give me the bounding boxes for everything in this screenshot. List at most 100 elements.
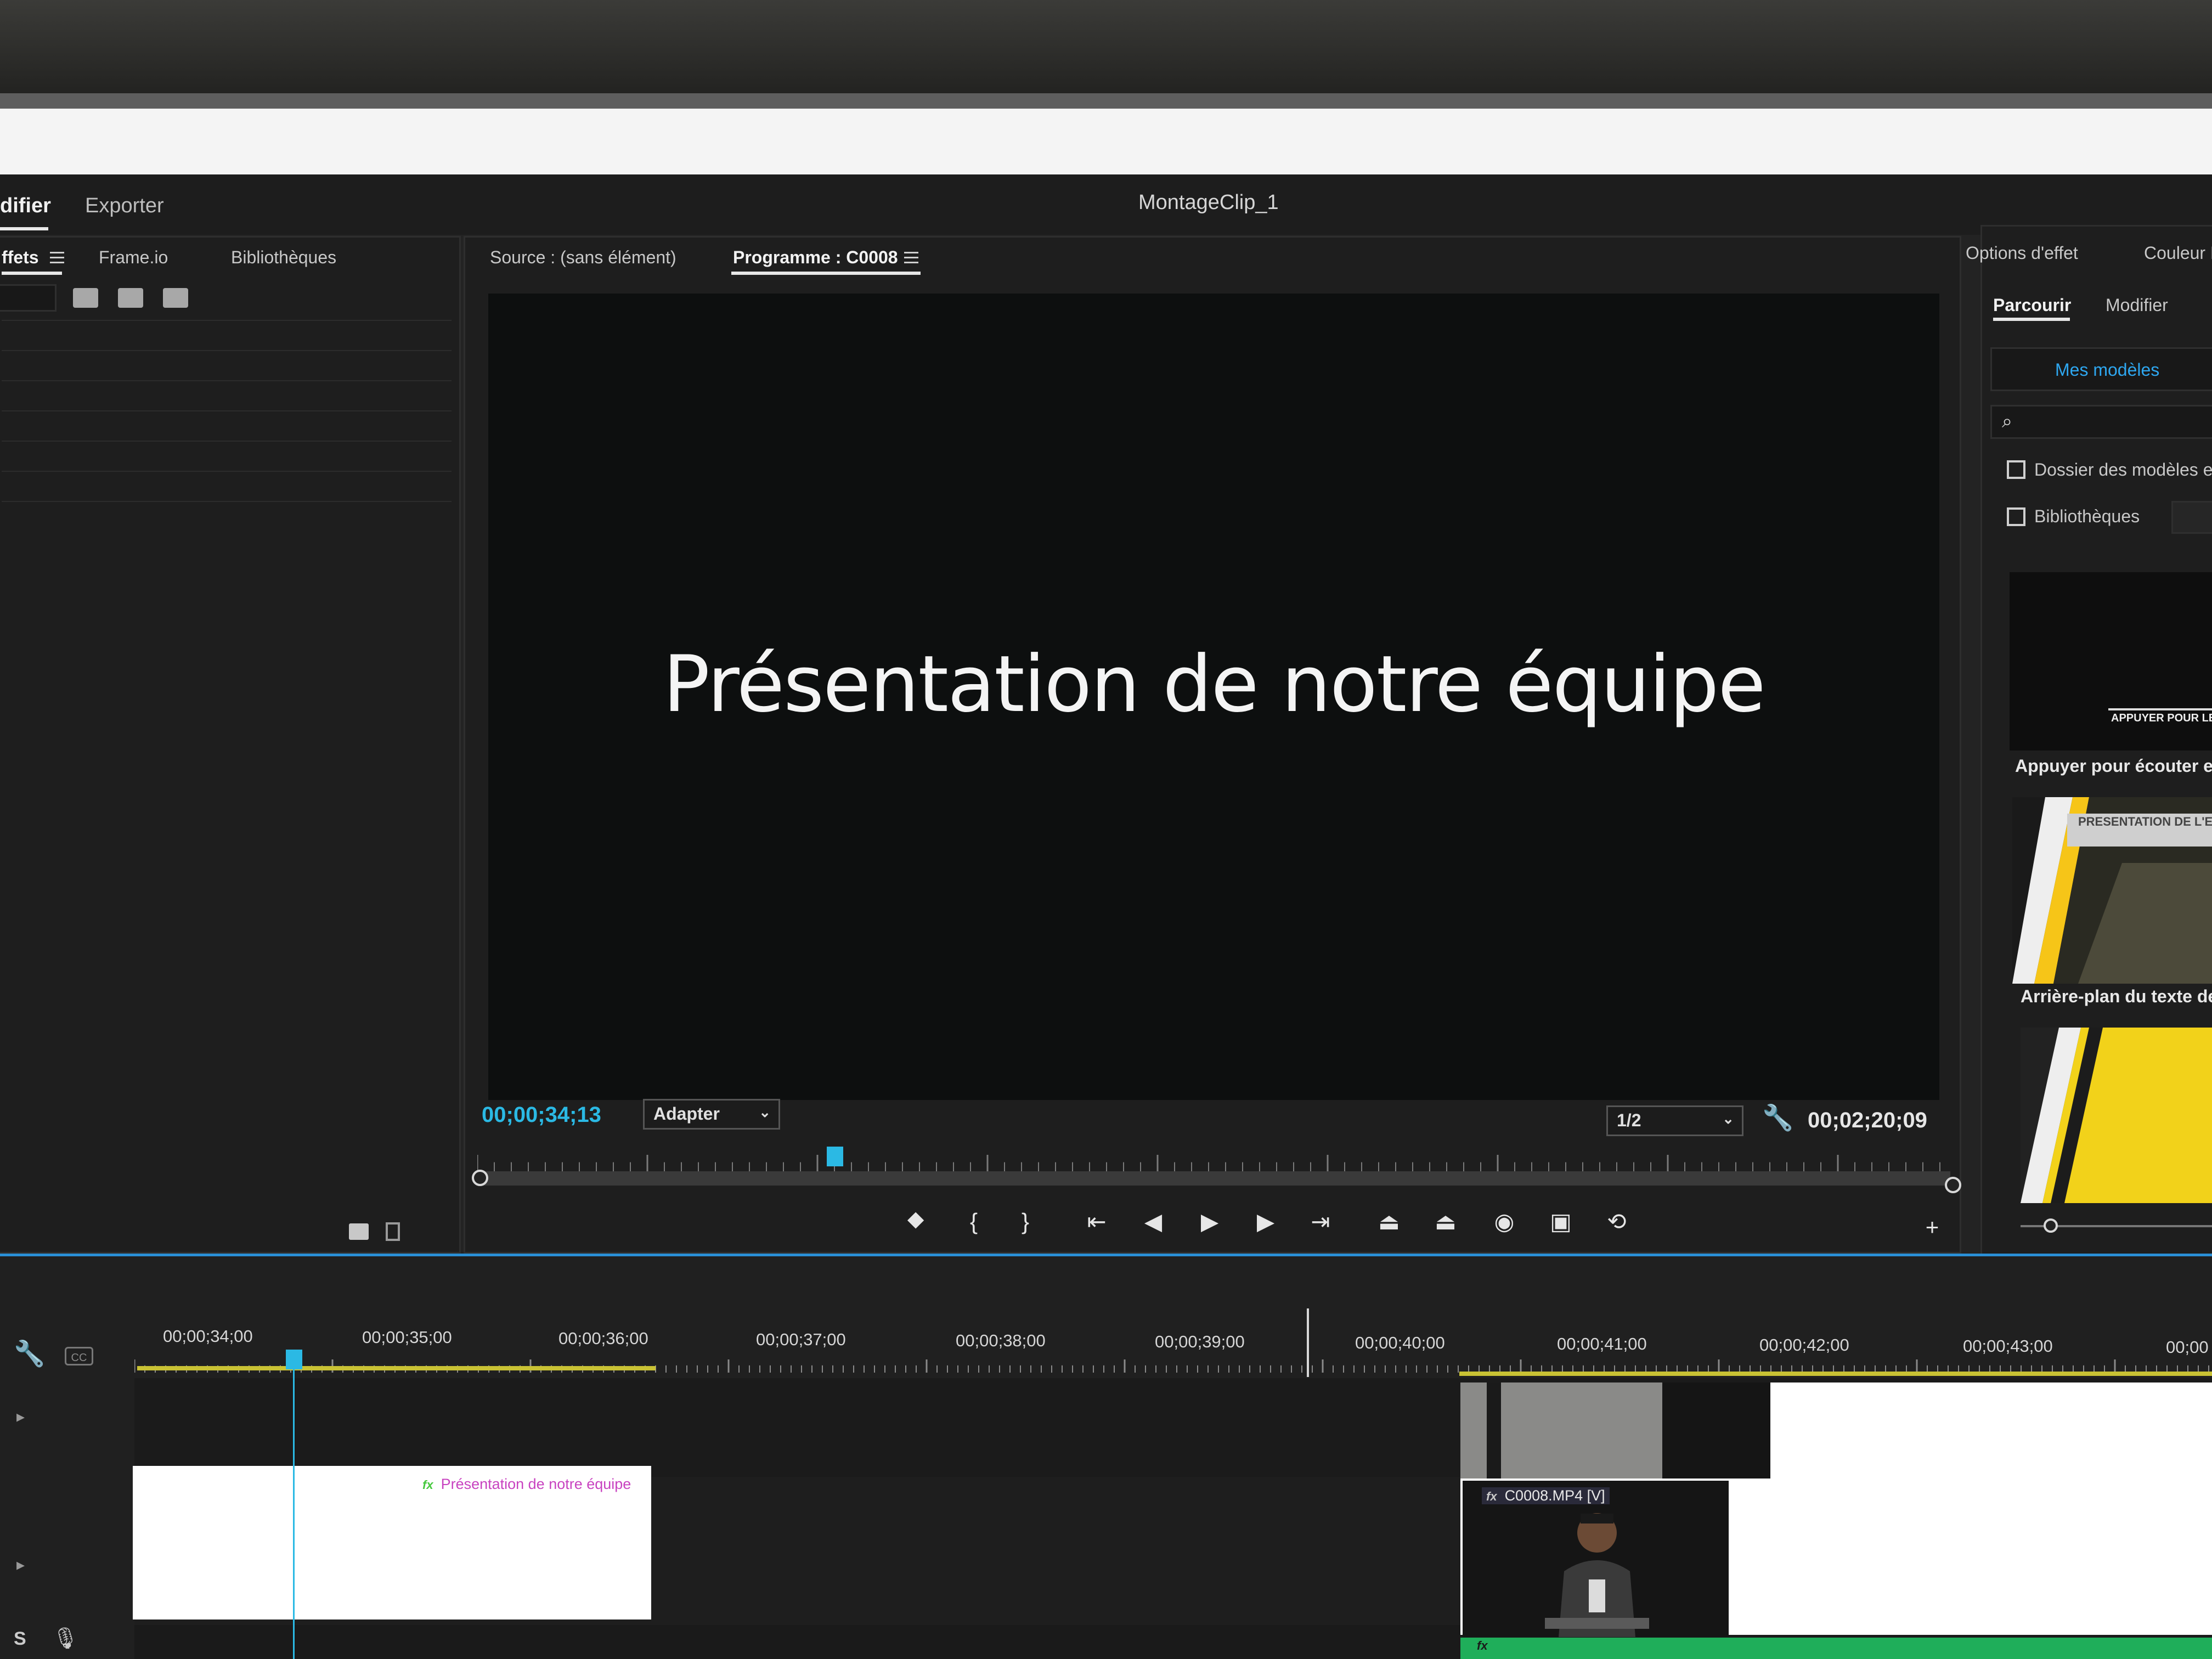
accelerated-effects-icon[interactable] <box>118 288 143 308</box>
resolution-dropdown-value: 1/2 <box>1617 1110 1641 1130</box>
track-expand-icon[interactable]: ▸ <box>16 1555 25 1575</box>
ruler-label: 00;00;43;00 <box>1963 1336 2053 1356</box>
workspace-bar: difier Exporter MontageClip_1 <box>0 174 2212 235</box>
title-clip-label: fx Présentation de notre équipe <box>422 1476 631 1493</box>
fit-dropdown-value: Adapter <box>653 1104 720 1124</box>
ruler-label: 00;00;35;00 <box>362 1328 452 1347</box>
effects-list <box>2 320 452 1417</box>
tab-effects[interactable]: ffets <box>2 247 39 268</box>
lift-icon[interactable]: ⏏ <box>1374 1207 1404 1237</box>
workspace-tab-export[interactable]: Exporter <box>85 194 164 218</box>
search-icon: ⌕ <box>2002 411 2013 432</box>
title-clip[interactable]: fx Présentation de notre équipe <box>133 1466 651 1620</box>
template-thumbnail[interactable]: APPUYER POUR LE <box>2010 572 2212 751</box>
tab-browse[interactable]: Parcourir <box>1993 295 2071 315</box>
track-expand-icon[interactable]: ▸ <box>16 1407 25 1426</box>
solo-track-label[interactable]: S <box>14 1628 26 1650</box>
my-templates-button[interactable]: Mes modèles <box>1990 347 2212 391</box>
duration-timecode: 00;02;20;09 <box>1808 1108 1927 1132</box>
work-area-bar[interactable] <box>1459 1372 2212 1376</box>
fit-dropdown[interactable]: Adapter ⌄ <box>643 1099 780 1130</box>
tab-edit[interactable]: Modifier <box>2106 295 2168 315</box>
clip-white-region[interactable] <box>1770 1383 2212 1479</box>
video-title-text: Présentation de notre équipe <box>663 639 1765 730</box>
step-back-icon[interactable]: ◀ <box>1138 1207 1168 1237</box>
insert-icon[interactable]: ▣ <box>1546 1207 1576 1237</box>
ruler-label: 00;00;38;00 <box>956 1331 1046 1350</box>
settings-wrench-icon[interactable]: 🔧 <box>1762 1103 1793 1133</box>
tab-frameio[interactable]: Frame.io <box>99 247 168 268</box>
chevron-down-icon: ⌄ <box>759 1104 771 1120</box>
tab-source[interactable]: Source : (sans élément) <box>490 247 676 268</box>
list-divider <box>2 410 452 411</box>
captions-icon[interactable]: CC <box>65 1347 93 1365</box>
video-clip-label: fx C0008.MP4 [V] <box>1482 1487 1610 1504</box>
thumbnail-text: PRESENTATION DE L'EQUIPE <box>2078 815 2212 828</box>
export-frame-camera-icon[interactable]: ◉ <box>1489 1207 1519 1237</box>
list-divider <box>2 441 452 442</box>
template-thumbnail[interactable]: PRESENTATION DE L'EQUIPE <box>2012 797 2212 984</box>
scrub-bar[interactable] <box>477 1171 1950 1186</box>
panel-menu-icon[interactable] <box>50 252 64 264</box>
yuv-effects-icon[interactable] <box>163 288 188 308</box>
templates-folder-label: Dossier des modèles e <box>2034 460 2212 479</box>
clip-thumbnail: fx C0008.MP4 [V] <box>1463 1481 1729 1637</box>
video-clip-c0008[interactable]: fx C0008.MP4 [V] <box>1460 1479 2212 1637</box>
tab-color[interactable]: Couleur L <box>2144 243 2212 263</box>
workspace-tab-edit[interactable]: difier <box>0 194 51 218</box>
monitor-bezel <box>0 0 2212 93</box>
scrub-ruler-ticks <box>477 1155 1940 1171</box>
current-timecode[interactable]: 00;00;34;13 <box>482 1103 601 1127</box>
audio-clip[interactable]: fx <box>1460 1638 2212 1659</box>
voiceover-mic-icon[interactable]: 🎙 <box>52 1627 78 1651</box>
workspace-tab-underline <box>0 227 48 230</box>
folder-icon[interactable] <box>349 1223 369 1240</box>
thumbnail-text: APPUYER POUR LE <box>2111 712 2212 724</box>
add-marker-icon[interactable]: ⯁ <box>901 1207 930 1237</box>
extract-icon[interactable]: ⏏ <box>1431 1207 1460 1237</box>
panel-menu-icon[interactable] <box>904 252 918 264</box>
ruler-label: 00;00;40;00 <box>1355 1333 1445 1352</box>
tab-libraries[interactable]: Bibliothèques <box>231 247 336 268</box>
program-video-frame[interactable]: Présentation de notre équipe <box>488 294 1939 1100</box>
effects-search-input[interactable] <box>0 284 57 312</box>
chevron-down-icon: ⌄ <box>1722 1110 1734 1127</box>
mark-in-icon[interactable]: { <box>959 1207 989 1237</box>
list-divider <box>2 471 452 472</box>
step-forward-icon[interactable]: ▶ <box>1251 1207 1280 1237</box>
libraries-checkbox[interactable] <box>2007 507 2025 526</box>
libraries-dropdown[interactable] <box>2171 501 2212 534</box>
fx-badge: fx <box>422 1478 433 1492</box>
window-titlebar <box>0 109 2212 174</box>
work-area-bar[interactable] <box>137 1366 656 1370</box>
tab-program[interactable]: Programme : C0008 <box>733 247 898 268</box>
templates-folder-checkbox[interactable] <box>2007 460 2025 479</box>
mark-out-icon[interactable]: } <box>1011 1207 1040 1237</box>
my-templates-label: Mes modèles <box>2055 360 2160 380</box>
wrench-icon[interactable]: 🔧 <box>14 1339 45 1369</box>
new-bin-icon[interactable] <box>73 288 98 308</box>
trash-icon[interactable] <box>386 1222 400 1241</box>
program-playhead[interactable] <box>827 1147 844 1166</box>
template-thumbnail[interactable] <box>2021 1028 2212 1203</box>
fx-badge: fx <box>1486 1489 1497 1503</box>
play-icon[interactable]: ▶ <box>1195 1207 1224 1237</box>
thumbnail-line <box>2108 708 2212 710</box>
thumbnail-size-handle[interactable] <box>2044 1218 2058 1233</box>
scrub-out-handle[interactable] <box>1945 1177 1961 1193</box>
ruler-label: 00;00;42;00 <box>1759 1335 1849 1355</box>
ruler-label: 00;00 <box>2166 1338 2209 1357</box>
template-search-input[interactable]: ⌕ <box>1990 405 2212 439</box>
thumbnail-frame <box>1662 1383 1770 1479</box>
list-divider <box>2 320 452 321</box>
go-to-in-icon[interactable]: ⇤ <box>1082 1207 1111 1237</box>
clip-thumbnail-strip[interactable] <box>1460 1383 1770 1479</box>
timeline-playhead-line[interactable] <box>293 1366 295 1659</box>
resolution-dropdown[interactable]: 1/2 ⌄ <box>1606 1105 1743 1136</box>
tab-effect-options[interactable]: Options d'effet <box>1966 243 2078 263</box>
button-editor-plus-icon[interactable]: + <box>1917 1212 1947 1242</box>
scrub-in-handle[interactable] <box>472 1170 488 1186</box>
bezel-edge <box>0 93 2212 109</box>
go-to-out-icon[interactable]: ⇥ <box>1306 1207 1335 1237</box>
overwrite-icon[interactable]: ⟲ <box>1602 1207 1632 1237</box>
